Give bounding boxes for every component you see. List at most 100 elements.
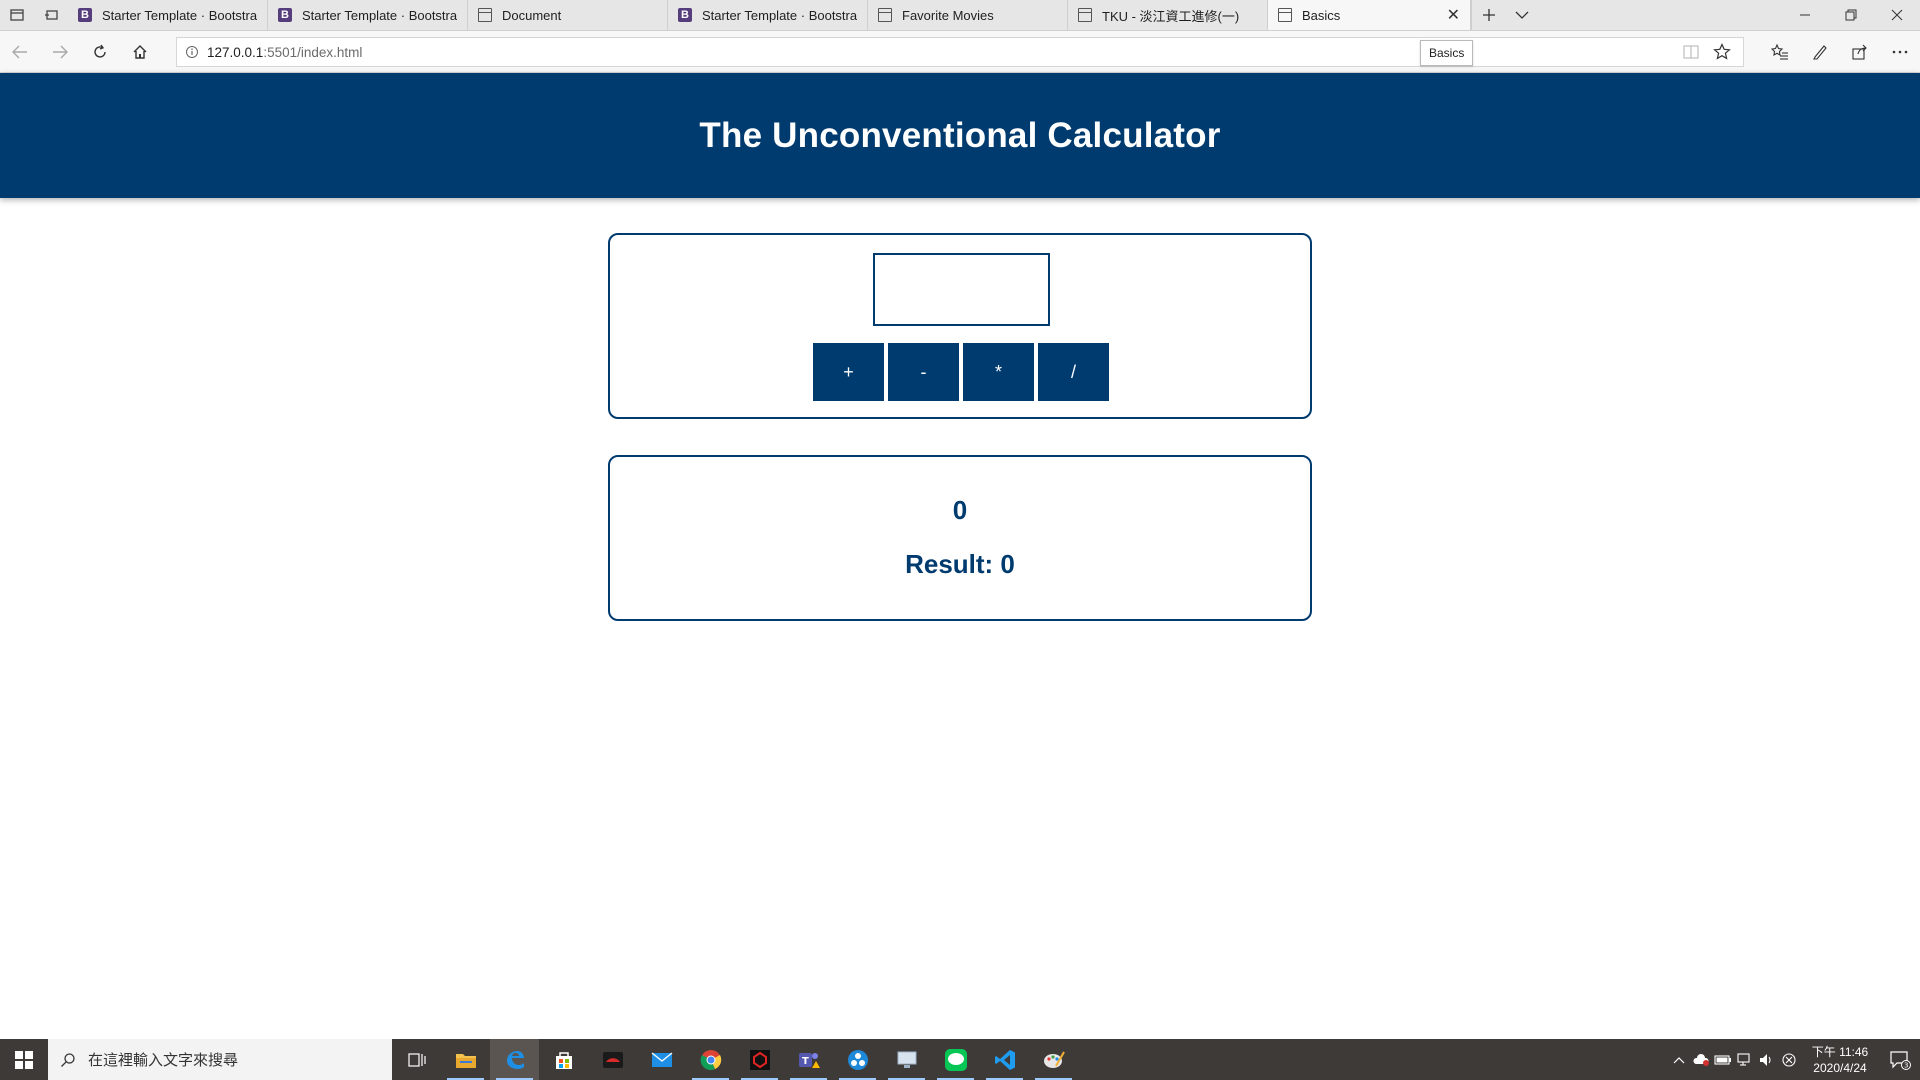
forward-button[interactable]	[40, 31, 80, 73]
line-chat-icon	[944, 1048, 967, 1071]
garena-icon	[749, 1049, 770, 1070]
racing-car-icon	[602, 1051, 623, 1068]
windows-taskbar: 在這裡輸入文字來搜尋 T 下午 11:46 2020/4/24 3	[0, 1039, 1920, 1080]
tab-starter-template-3[interactable]: B Starter Template · Bootstrap	[668, 0, 868, 30]
mail-taskbar-button[interactable]	[637, 1039, 686, 1080]
store-taskbar-button[interactable]	[539, 1039, 588, 1080]
operator-buttons: + - * /	[813, 343, 1109, 401]
show-hidden-icons-button[interactable]	[1668, 1056, 1690, 1064]
home-button[interactable]	[120, 31, 160, 73]
task-view-icon	[407, 1052, 426, 1067]
remote-desktop-taskbar-button[interactable]	[882, 1039, 931, 1080]
clock-date: 2020/4/24	[1813, 1060, 1867, 1075]
action-center-button[interactable]: 3	[1880, 1050, 1920, 1070]
minimize-button[interactable]	[1782, 0, 1828, 30]
result-card: 0 Result: 0	[608, 455, 1312, 621]
tab-tooltip: Basics	[1420, 40, 1474, 66]
result-output: Result: 0	[905, 549, 1015, 579]
chrome-taskbar-button[interactable]	[686, 1039, 735, 1080]
notification-count: 3	[1904, 1061, 1908, 1069]
site-info-icon[interactable]	[177, 45, 207, 59]
divide-button[interactable]: /	[1038, 343, 1109, 401]
start-button[interactable]	[0, 1039, 48, 1080]
battery-icon	[1714, 1054, 1731, 1065]
share-icon	[1852, 44, 1867, 60]
tab-document[interactable]: Document	[468, 0, 668, 30]
restore-button[interactable]	[1828, 0, 1874, 30]
edge-taskbar-button[interactable]	[490, 1039, 539, 1080]
volume-tray-icon[interactable]	[1756, 1053, 1778, 1067]
bootstrap-icon: B	[678, 8, 692, 22]
game-app-taskbar-button[interactable]	[588, 1039, 637, 1080]
subtract-button[interactable]: -	[888, 343, 959, 401]
garena-taskbar-button[interactable]	[735, 1039, 784, 1080]
teams-icon: T	[798, 1052, 820, 1068]
monitor-icon	[897, 1051, 916, 1068]
tab-favorite-movies[interactable]: Favorite Movies	[868, 0, 1068, 30]
reading-view-icon[interactable]	[1683, 44, 1699, 65]
teams-taskbar-button[interactable]: T	[784, 1039, 833, 1080]
new-tab-button[interactable]	[1471, 0, 1505, 30]
tab-list-button[interactable]	[1505, 0, 1539, 30]
vscode-taskbar-button[interactable]	[980, 1039, 1029, 1080]
file-explorer-taskbar-button[interactable]	[441, 1039, 490, 1080]
number-input[interactable]	[873, 253, 1050, 326]
app-sphere-taskbar-button[interactable]	[833, 1039, 882, 1080]
taskbar-clock[interactable]: 下午 11:46 2020/4/24	[1800, 1044, 1880, 1076]
paint-taskbar-button[interactable]	[1029, 1039, 1078, 1080]
battery-tray-icon[interactable]	[1712, 1054, 1734, 1066]
web-note-button[interactable]	[1800, 31, 1840, 73]
paint-palette-icon	[1043, 1051, 1065, 1068]
address-bar[interactable]: 127.0.0.1:5501/index.html	[176, 37, 1744, 67]
taskbar-search-box[interactable]: 在這裡輸入文字來搜尋	[48, 1039, 392, 1080]
ime-icon	[1782, 1052, 1796, 1067]
web-page: The Unconventional Calculator + - * / 0 …	[0, 73, 1920, 1039]
favorites-hub-button[interactable]	[1760, 31, 1800, 73]
search-icon	[61, 1052, 75, 1067]
store-bag-icon	[555, 1051, 572, 1069]
windows-logo-icon	[15, 1050, 33, 1069]
sphere-app-icon	[847, 1049, 868, 1070]
network-icon	[1737, 1052, 1750, 1066]
close-tab-icon[interactable]: ✕	[1447, 5, 1460, 25]
tab-starter-template-1[interactable]: B Starter Template · Bootstrap	[68, 0, 268, 30]
add-button[interactable]: +	[813, 343, 884, 401]
url-path: :5501/index.html	[263, 44, 363, 60]
plus-icon	[1482, 9, 1495, 21]
more-button[interactable]	[1880, 31, 1920, 73]
tab-strip: B Starter Template · Bootstrap B Starter…	[0, 0, 1920, 31]
favorite-star-icon[interactable]	[1713, 43, 1731, 66]
refresh-icon	[94, 44, 106, 58]
multiply-button[interactable]: *	[963, 343, 1034, 401]
favorites-list-icon	[1771, 44, 1788, 60]
tab-actions-button[interactable]	[0, 0, 34, 30]
tab-title: Favorite Movies	[902, 7, 994, 23]
share-button[interactable]	[1840, 31, 1880, 73]
task-view-button[interactable]	[392, 1039, 441, 1080]
back-button[interactable]	[0, 31, 40, 73]
toolbar-right	[1760, 31, 1920, 73]
vscode-icon	[994, 1049, 1015, 1070]
page-icon	[1078, 8, 1092, 22]
refresh-button[interactable]	[80, 31, 120, 73]
close-window-button[interactable]	[1874, 0, 1920, 30]
tab-basics[interactable]: Basics ✕	[1268, 0, 1471, 30]
page-icon	[478, 8, 492, 22]
arrow-left-icon	[12, 45, 27, 58]
page-header: The Unconventional Calculator	[0, 73, 1920, 198]
onedrive-tray-icon[interactable]	[1690, 1053, 1712, 1067]
clock-time: 下午 11:46	[1811, 1044, 1869, 1059]
tab-tku[interactable]: TKU - 淡江資工進修(一)	[1068, 0, 1268, 30]
minimize-icon	[1800, 14, 1810, 16]
more-dots-icon	[1892, 50, 1908, 54]
tab-title: Document	[502, 7, 562, 23]
tab-title: Starter Template · Bootstrap	[302, 7, 457, 23]
input-method-tray-icon[interactable]	[1778, 1052, 1800, 1067]
set-aside-icon	[45, 10, 58, 20]
network-tray-icon[interactable]	[1734, 1052, 1756, 1067]
browser-toolbar: 127.0.0.1:5501/index.html	[0, 31, 1920, 73]
notification-icon: 3	[1890, 1050, 1911, 1070]
set-aside-tabs-button[interactable]	[34, 0, 68, 30]
line-taskbar-button[interactable]	[931, 1039, 980, 1080]
tab-starter-template-2[interactable]: B Starter Template · Bootstrap	[268, 0, 468, 30]
